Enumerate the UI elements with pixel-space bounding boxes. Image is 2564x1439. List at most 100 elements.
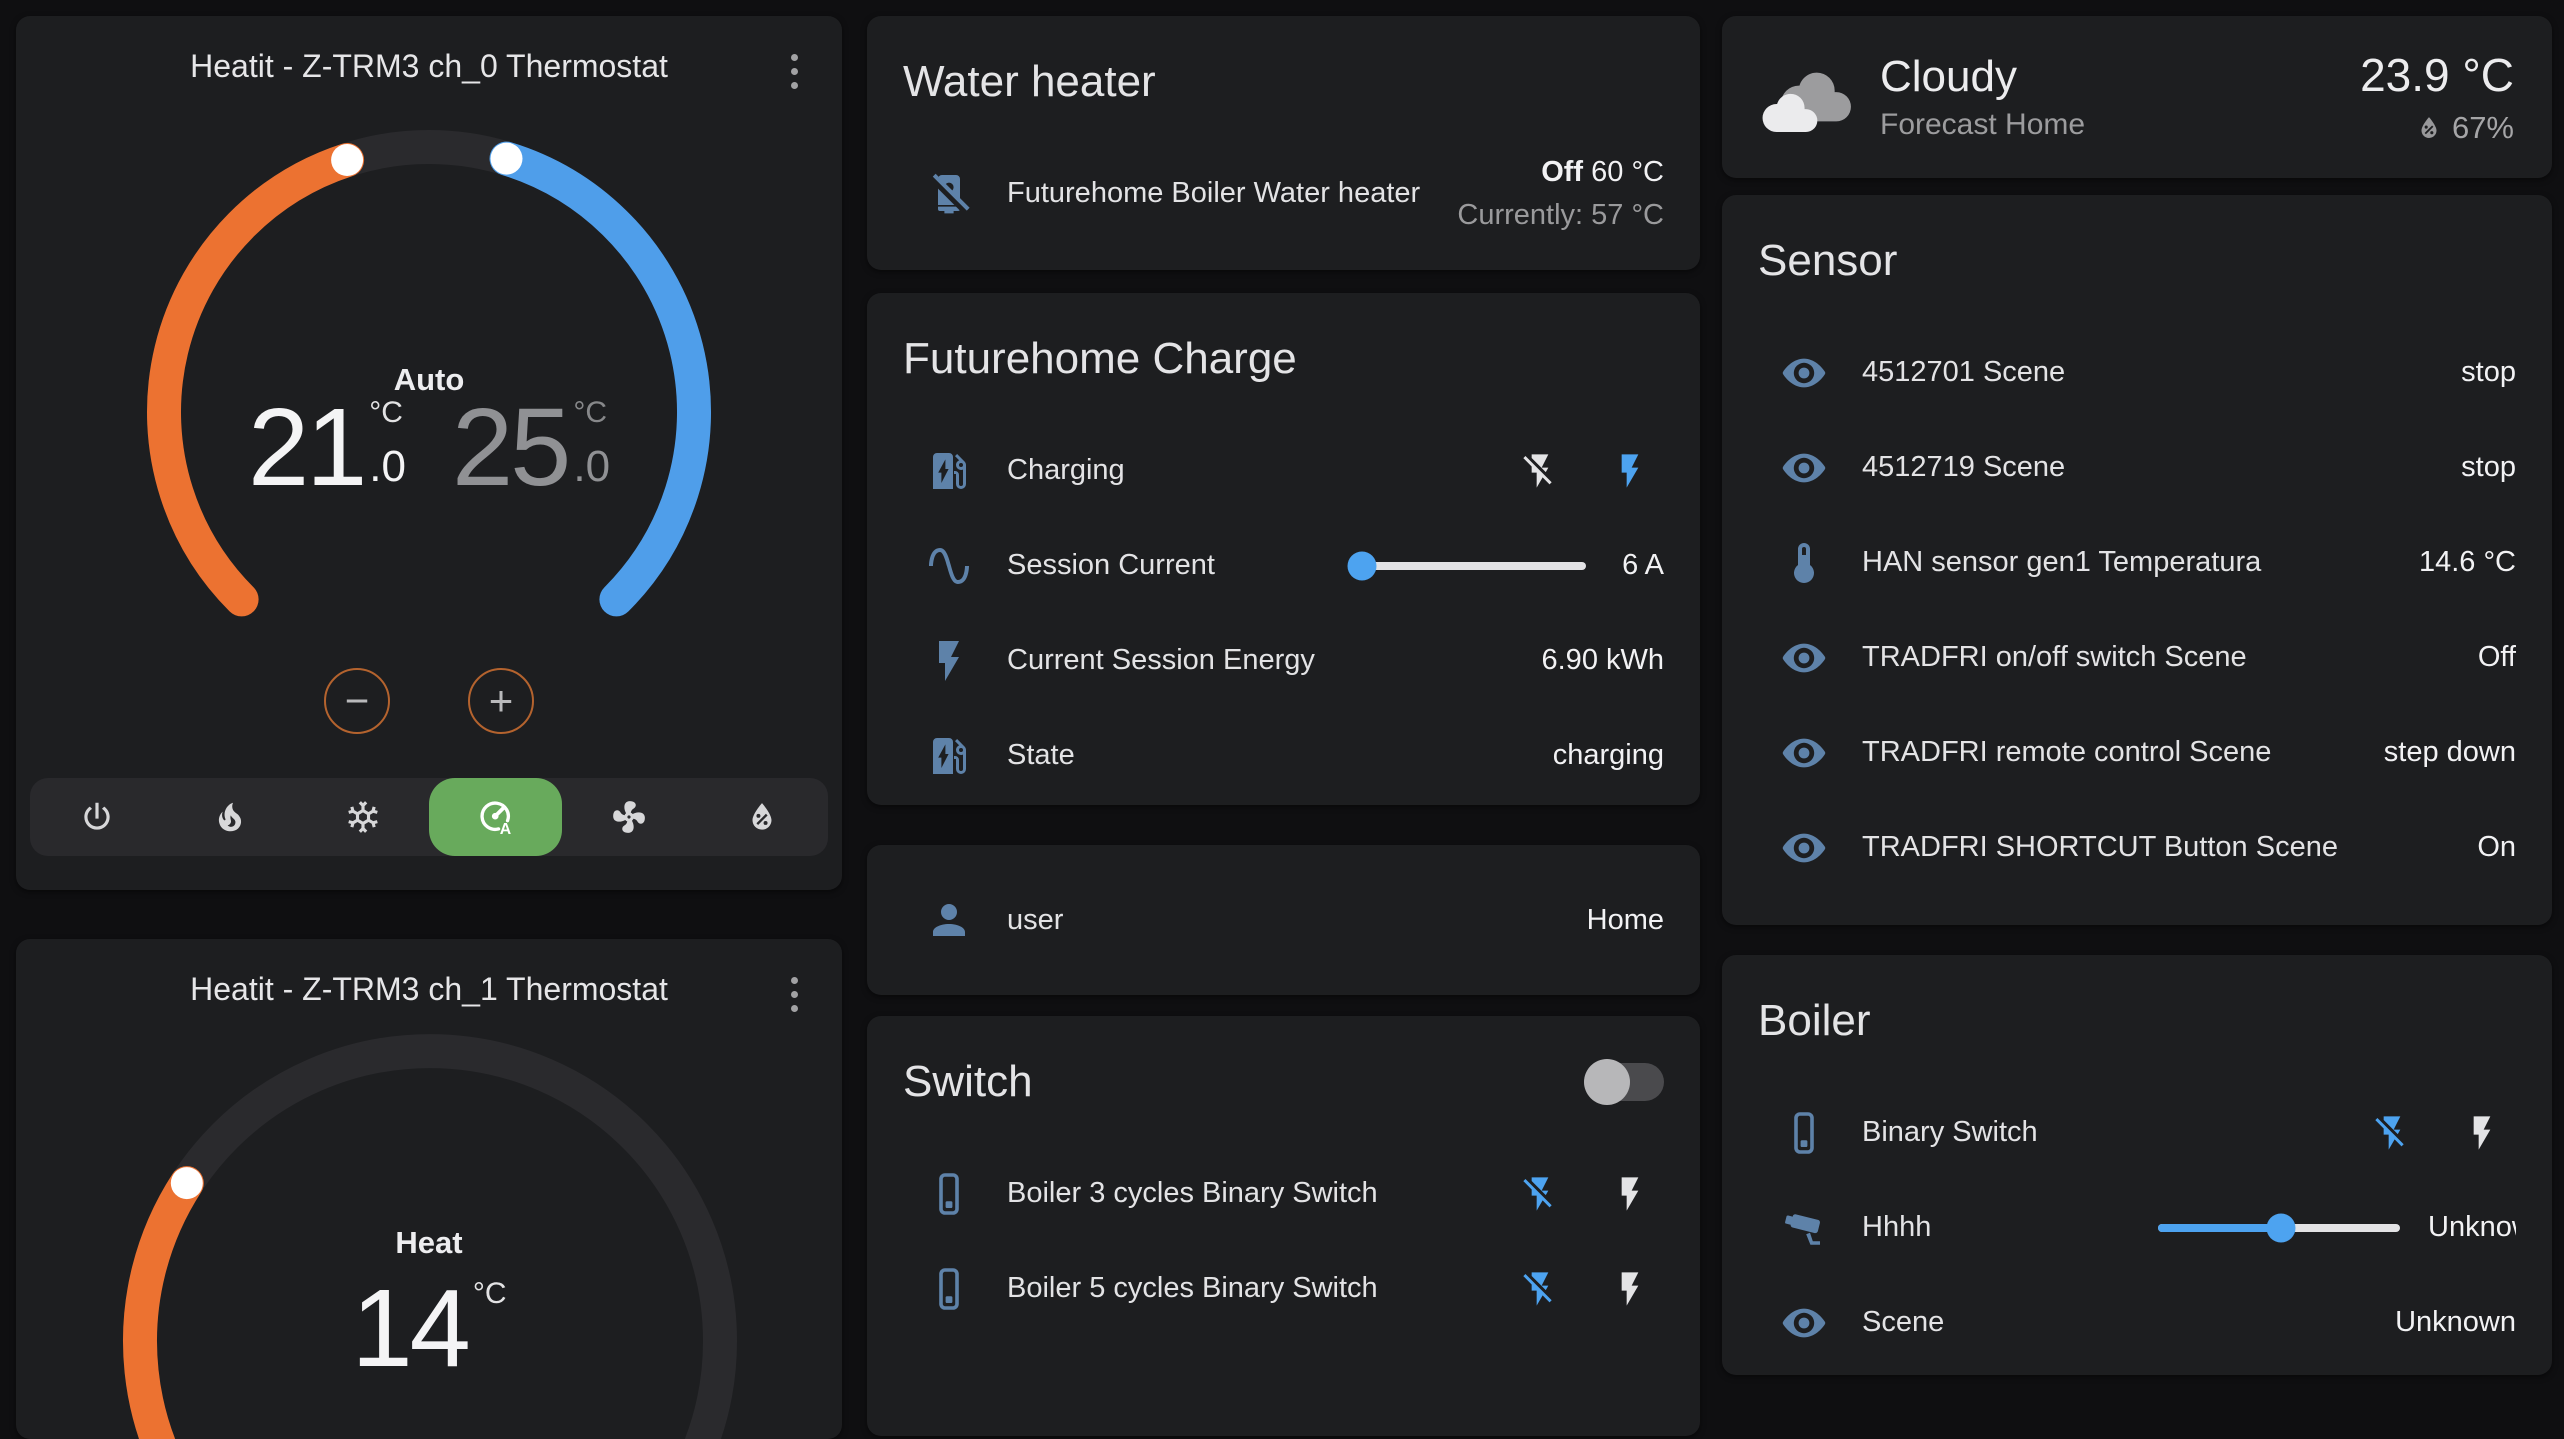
sensor-row[interactable]: 4512719 Scene stop (1722, 420, 2552, 515)
sensor-row[interactable]: TRADFRI remote control Scene step down (1722, 705, 2552, 800)
switch-state-icons (1520, 1174, 1650, 1214)
switch-card: Switch Boiler 3 cycles Binary Switch (867, 1016, 1700, 1436)
flash-icon (2462, 1113, 2502, 1153)
row-value: stop (2461, 356, 2516, 389)
session-current-value: 6 A (1622, 549, 1664, 582)
hhhh-slider[interactable] (2158, 1224, 2400, 1232)
row-label: user (1007, 904, 1063, 937)
weather-temperature: 23.9 °C (2360, 48, 2514, 102)
row-value: step down (2384, 736, 2516, 769)
boiler-card: Boiler Binary Switch (1722, 955, 2552, 1375)
row-label: Current Session Energy (1007, 644, 1315, 677)
weather-card[interactable]: Cloudy Forecast Home 23.9 °C 67% (1722, 16, 2552, 178)
card-title: Switch (903, 1056, 1033, 1108)
hhhh-row[interactable]: Hhhh Unknown (1722, 1180, 2552, 1275)
dial-high-handle[interactable] (491, 143, 523, 175)
setpoint-temperatures: 14 °C (16, 1269, 842, 1389)
row-label: 4512719 Scene (1862, 451, 2065, 484)
card-title: Futurehome Charge (867, 293, 1700, 385)
water-heater-state: Off 60 °C Currently: 57 °C (1457, 156, 1664, 232)
setpoint: 14 °C (351, 1269, 506, 1389)
sensor-row[interactable]: 4512701 Scene stop (1722, 325, 2552, 420)
cloudy-icon (1760, 61, 1852, 133)
sensor-row[interactable]: HAN sensor gen1 Temperatura 14.6 °C (1722, 515, 2552, 610)
row-label: TRADFRI SHORTCUT Button Scene (1862, 831, 2338, 864)
card-title: Boiler (1722, 955, 2552, 1047)
boiler5-switch-row[interactable]: Boiler 5 cycles Binary Switch (867, 1241, 1700, 1336)
switch-group-toggle[interactable] (1590, 1063, 1664, 1101)
row-value: 14.6 °C (2419, 546, 2516, 579)
slider-thumb[interactable] (1347, 551, 1376, 580)
scene-row[interactable]: Scene Unknown (1722, 1275, 2552, 1370)
switch-state-icons (2372, 1113, 2502, 1153)
row-label: TRADFRI remote control Scene (1862, 736, 2271, 769)
weather-condition: Cloudy (1880, 52, 2085, 102)
thermometer-icon (1780, 539, 1828, 587)
mode-heat-button[interactable] (163, 778, 296, 856)
snowflake-icon (344, 798, 382, 836)
sensor-card: Sensor 4512701 Scene stop 4512719 Scene … (1722, 195, 2552, 925)
mode-off-button[interactable] (30, 778, 163, 856)
boiler3-switch-row[interactable]: Boiler 3 cycles Binary Switch (867, 1146, 1700, 1241)
weather-readings: 23.9 °C 67% (2360, 48, 2514, 146)
row-label: Futurehome Boiler Water heater (1007, 177, 1420, 210)
binary-switch-icon (925, 1170, 973, 1218)
mode-dry-button[interactable] (695, 778, 828, 856)
hvac-mode-bar: A (30, 778, 828, 856)
eye-icon (1780, 349, 1828, 397)
charging-row[interactable]: Charging (867, 423, 1700, 518)
water-heater-card: Water heater Futurehome Boiler Water hea… (867, 16, 1700, 270)
row-label: 4512701 Scene (1862, 356, 2065, 389)
slider-thumb[interactable] (2267, 1213, 2296, 1242)
increase-temp-button[interactable]: + (468, 668, 534, 734)
row-value: stop (2461, 451, 2516, 484)
row-label: TRADFRI on/off switch Scene (1862, 641, 2247, 674)
fire-icon (211, 798, 249, 836)
state-current-temp: Currently: 57 °C (1457, 199, 1664, 232)
weather-source: Forecast Home (1880, 108, 2085, 142)
water-heater-row[interactable]: Futurehome Boiler Water heater Off 60 °C… (867, 146, 1700, 241)
flash-off-icon (1520, 451, 1560, 491)
user-location-value: Home (1587, 904, 1664, 937)
user-row[interactable]: user Home (867, 845, 1700, 995)
sensor-row[interactable]: TRADFRI on/off switch Scene Off (1722, 610, 2552, 705)
row-label: Hhhh (1862, 1211, 1931, 1244)
account-icon (925, 896, 973, 944)
eye-icon (1780, 444, 1828, 492)
flash-icon (1610, 1174, 1650, 1214)
charger-state-row[interactable]: State charging (867, 708, 1700, 803)
row-label: HAN sensor gen1 Temperatura (1862, 546, 2261, 579)
eye-icon (1780, 729, 1828, 777)
charging-state-icons (1520, 451, 1650, 491)
session-current-row[interactable]: Session Current 6 A (867, 518, 1700, 613)
dial-handle[interactable] (171, 1167, 203, 1199)
high-setpoint-unit: °C (573, 396, 610, 430)
row-label: Session Current (1007, 549, 1215, 582)
weather-summary: Cloudy Forecast Home (1880, 52, 2085, 142)
binary-switch-icon (925, 1265, 973, 1313)
row-label: Scene (1862, 1306, 1944, 1339)
eye-icon (1780, 1299, 1828, 1347)
decrease-temp-button[interactable]: − (324, 668, 390, 734)
cctv-icon (1780, 1204, 1828, 1252)
session-energy-row[interactable]: Current Session Energy 6.90 kWh (867, 613, 1700, 708)
binary-switch-row[interactable]: Binary Switch (1722, 1085, 2552, 1180)
high-setpoint: 25 °C .0 (452, 388, 610, 508)
session-current-slider[interactable] (1350, 562, 1586, 570)
sine-wave-icon (925, 542, 973, 590)
row-label: Charging (1007, 454, 1125, 487)
middle-column: Water heater Futurehome Boiler Water hea… (867, 16, 1700, 1436)
row-label: State (1007, 739, 1075, 772)
weather-humidity: 67% (2452, 110, 2514, 146)
eye-icon (1780, 634, 1828, 682)
mode-fan-button[interactable] (562, 778, 695, 856)
mode-auto-button[interactable]: A (429, 778, 562, 856)
row-label: Boiler 5 cycles Binary Switch (1007, 1272, 1378, 1305)
setpoint-stepper: − + (16, 668, 842, 734)
mode-cool-button[interactable] (296, 778, 429, 856)
dial-low-handle[interactable] (331, 144, 363, 176)
flash-icon (1610, 451, 1650, 491)
sensor-row[interactable]: TRADFRI SHORTCUT Button Scene On (1722, 800, 2552, 895)
power-icon (78, 798, 116, 836)
water-percent-icon (743, 798, 781, 836)
